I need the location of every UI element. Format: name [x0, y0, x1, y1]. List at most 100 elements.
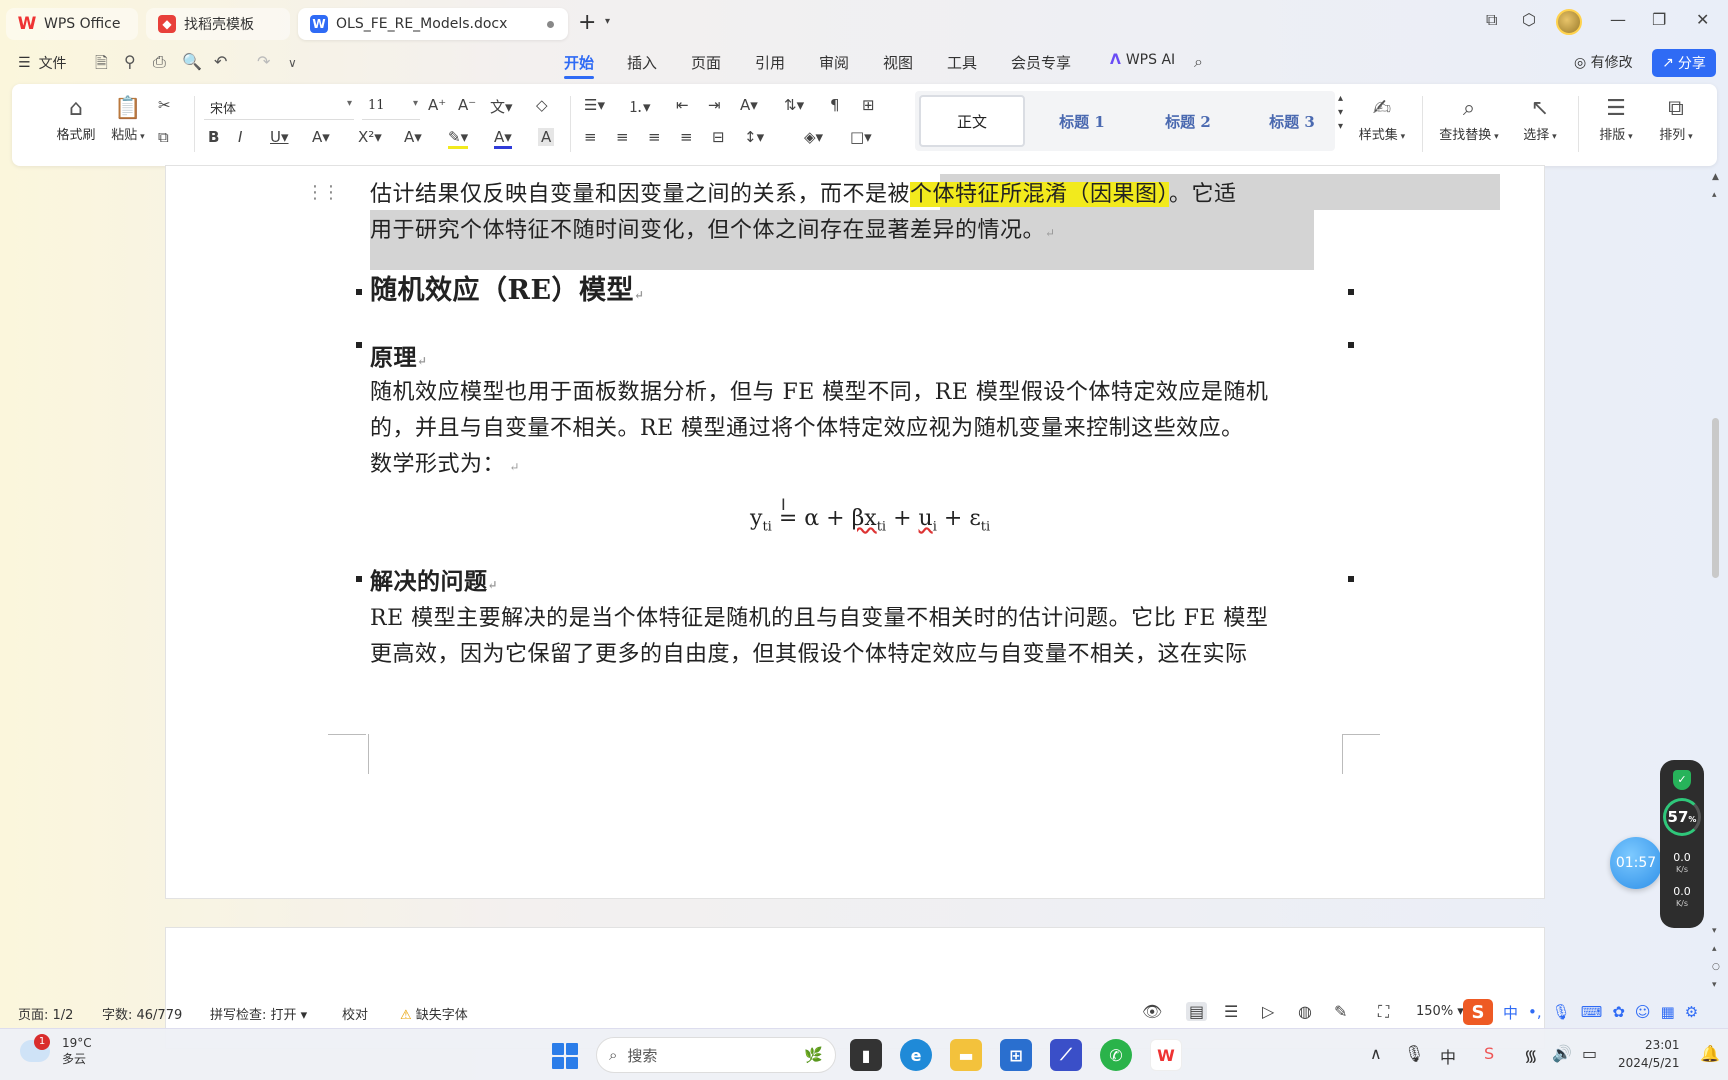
- word-count[interactable]: 字数: 46/779: [102, 1004, 182, 1023]
- shading-icon[interactable]: ◈▾: [804, 128, 823, 146]
- table-border-icon[interactable]: ⊞: [862, 96, 875, 114]
- punctuation-icon[interactable]: •,: [1528, 1003, 1542, 1021]
- page-nav-icon[interactable]: ○: [1712, 962, 1720, 972]
- char-shading-icon[interactable]: A: [538, 128, 555, 146]
- zoom-level[interactable]: 150% ▾: [1416, 1004, 1464, 1019]
- next-page-icon[interactable]: ▾: [1712, 980, 1717, 990]
- system-monitor-widget[interactable]: ✓ 57% 0.0 K/s 0.0 K/s: [1660, 760, 1704, 928]
- spell-check[interactable]: 拼写检查: 打开 ▾: [210, 1004, 307, 1023]
- quick-access-more-icon[interactable]: ∨: [288, 56, 297, 70]
- superscript-icon[interactable]: X²▾: [358, 128, 382, 146]
- fit-page-icon[interactable]: ⛶: [1378, 1002, 1389, 1022]
- tab-view[interactable]: 视图: [883, 52, 913, 73]
- body-text-line[interactable]: 的，并且与自变量不相关。RE 模型通过将个体特定效应视为随机变量来控制这些效应。: [370, 410, 1244, 442]
- wps-taskbar-icon[interactable]: W: [1150, 1039, 1182, 1071]
- emoji-icon[interactable]: ☺: [1635, 1003, 1651, 1021]
- align-left-icon[interactable]: ≡: [584, 128, 597, 146]
- wechat-icon[interactable]: ✆: [1100, 1039, 1132, 1071]
- sogou-icon[interactable]: S: [1463, 999, 1493, 1025]
- minimize-button[interactable]: —: [1610, 10, 1626, 29]
- body-text-line[interactable]: 估计结果仅反映自变量和因变量之间的关系，而不是被个体特征所混淆（因果图）。它适: [370, 176, 1237, 208]
- line-spacing-icon[interactable]: ↕▾: [744, 128, 764, 146]
- outline-view-icon[interactable]: ☰: [1224, 1002, 1238, 1021]
- ime-tray-icon[interactable]: 中: [1440, 1044, 1456, 1068]
- toolbox-icon[interactable]: ▦: [1661, 1003, 1675, 1021]
- file-explorer-icon[interactable]: ▬: [950, 1039, 982, 1071]
- page-indicator[interactable]: 页面: 1/2: [18, 1004, 73, 1023]
- export-icon[interactable]: ⚲: [124, 52, 136, 71]
- arrange-button[interactable]: ⧉ 排列 ▾: [1648, 94, 1704, 143]
- body-text-line[interactable]: 用于研究个体特征不随时间变化，但个体之间存在显著差异的情况。↵: [370, 212, 1056, 244]
- typeset-button[interactable]: ☰ 排版 ▾: [1588, 94, 1644, 143]
- style-normal[interactable]: 正文: [919, 95, 1025, 147]
- grow-font-icon[interactable]: A⁺: [428, 96, 446, 114]
- font-name-select[interactable]: 宋体 ▾: [204, 92, 354, 120]
- body-text-line[interactable]: 更高效，因为它保留了更多的自由度，但其假设个体特定效应与自变量不相关，这在实际: [370, 636, 1248, 668]
- proofread-button[interactable]: 校对: [342, 1004, 368, 1023]
- underline-icon[interactable]: U▾: [270, 128, 289, 146]
- unsaved-dot-icon[interactable]: [547, 21, 554, 28]
- text-effect-icon[interactable]: A▾: [404, 128, 422, 146]
- tab-review[interactable]: 审阅: [819, 52, 849, 73]
- body-text-line[interactable]: 数学形式为： ↵: [370, 446, 520, 478]
- scroll-up-icon[interactable]: ▴: [1712, 190, 1717, 200]
- body-text-line[interactable]: 随机效应模型也用于面板数据分析，但与 FE 模型不同，RE 模型假设个体特定效应…: [370, 374, 1268, 406]
- search-box[interactable]: ⌕ 搜索 🌿: [596, 1037, 836, 1073]
- align-right-icon[interactable]: ≡: [648, 128, 661, 146]
- close-button[interactable]: ✕: [1696, 10, 1709, 29]
- tray-expand-icon[interactable]: ∧: [1370, 1044, 1382, 1063]
- page-view-icon[interactable]: ▤: [1186, 1002, 1208, 1021]
- settings-icon[interactable]: ⚙: [1685, 1003, 1698, 1021]
- undo-icon[interactable]: ↶: [214, 52, 227, 71]
- cut-icon[interactable]: ✂: [158, 96, 171, 114]
- chinese-mode-icon[interactable]: 中: [1503, 1002, 1518, 1023]
- notification-bell-icon[interactable]: 🔔: [1700, 1044, 1720, 1063]
- print-icon[interactable]: ⎙: [153, 52, 166, 72]
- missing-font-button[interactable]: ⚠ 缺失字体: [400, 1004, 468, 1023]
- clear-format-icon[interactable]: ◇: [536, 96, 548, 114]
- style-heading-3[interactable]: 标题 3: [1239, 95, 1345, 147]
- timer-badge[interactable]: 01:57: [1610, 837, 1662, 889]
- system-clock[interactable]: 23:01 2024/5/21: [1618, 1036, 1680, 1072]
- sogou-tray-icon[interactable]: S: [1484, 1044, 1494, 1063]
- font-size-select[interactable]: 11 ▾: [362, 92, 420, 120]
- format-painter-button[interactable]: ⌂ 格式刷: [54, 94, 98, 143]
- keyboard-icon[interactable]: ⌨: [1581, 1003, 1603, 1021]
- show-marks-icon[interactable]: ¶: [830, 96, 840, 114]
- decrease-indent-icon[interactable]: ⇤: [676, 96, 689, 114]
- drag-handle-icon[interactable]: ⋮⋮: [306, 182, 340, 203]
- tab-insert[interactable]: 插入: [627, 52, 657, 73]
- file-menu[interactable]: ☰ 文件: [18, 53, 67, 73]
- eye-icon[interactable]: 👁: [1142, 1002, 1162, 1021]
- copy-icon[interactable]: ⧉: [158, 128, 169, 146]
- sort-icon[interactable]: ⇅▾: [784, 96, 804, 114]
- search-icon[interactable]: ⌕: [1194, 52, 1203, 72]
- multi-window-icon[interactable]: ⧉: [1486, 10, 1497, 30]
- scroll-down-icon[interactable]: ▾: [1712, 926, 1717, 936]
- start-button[interactable]: [552, 1043, 578, 1069]
- print-preview-icon[interactable]: 🔍: [182, 52, 202, 71]
- pen-icon[interactable]: ✎: [1334, 1002, 1347, 1021]
- font-color-icon[interactable]: A▾: [494, 128, 512, 149]
- style-set-button[interactable]: ✍ 样式集 ▾: [1352, 94, 1412, 143]
- equation[interactable]: yti = α + βxti + ui + εti: [750, 506, 990, 534]
- border-icon[interactable]: □▾: [850, 128, 872, 146]
- edge-icon[interactable]: e: [900, 1039, 932, 1071]
- heading-principle[interactable]: 原理↵: [370, 338, 428, 372]
- restore-button[interactable]: ❐: [1652, 10, 1666, 29]
- wifi-icon[interactable]: ᯾: [1524, 1044, 1538, 1066]
- pinyin-icon[interactable]: 文▾: [490, 96, 513, 117]
- shrink-font-icon[interactable]: A⁻: [458, 96, 476, 114]
- battery-icon[interactable]: ▭: [1582, 1044, 1597, 1063]
- scroll-up-icon[interactable]: ▲: [1712, 172, 1719, 182]
- chevron-down-icon[interactable]: ▾: [605, 16, 610, 27]
- style-heading-2[interactable]: 标题 2: [1135, 95, 1241, 147]
- tab-template[interactable]: ◆ 找稻壳模板: [146, 8, 290, 40]
- style-scroll-icon[interactable]: ▴ ▾ ▾: [1338, 92, 1343, 134]
- paste-button[interactable]: 📋 粘贴 ▾: [106, 94, 150, 143]
- tab-document[interactable]: W OLS_FE_RE_Models.docx: [298, 8, 568, 40]
- bold-icon[interactable]: B: [208, 128, 219, 146]
- share-button[interactable]: ↗ 分享: [1652, 49, 1716, 77]
- revise-button[interactable]: ◎ 有修改: [1574, 52, 1633, 72]
- italic-icon[interactable]: I: [238, 128, 242, 146]
